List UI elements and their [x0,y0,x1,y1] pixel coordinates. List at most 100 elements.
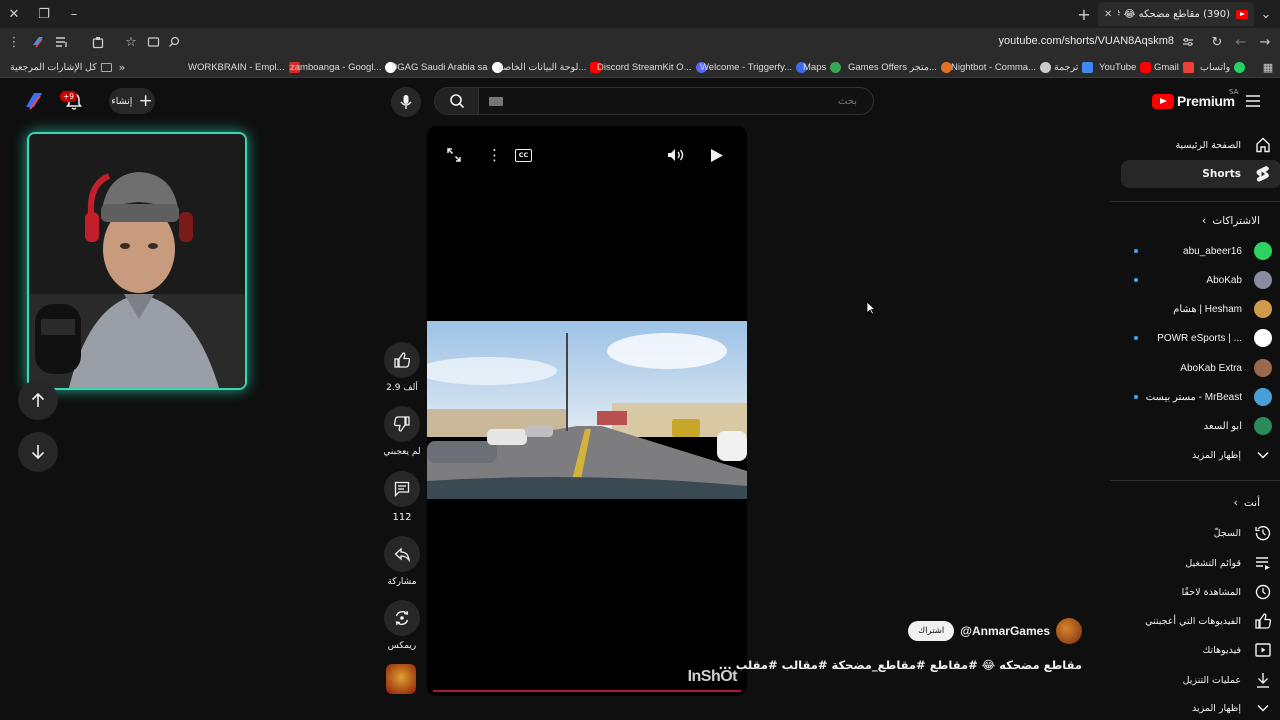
subscription-item[interactable]: abu_abeer16 [1134,239,1280,263]
chevron-more-icon[interactable]: » [112,57,132,77]
premium-badge-icon[interactable] [22,89,46,113]
bookmark-item[interactable]: Maps [803,59,842,75]
extensions-icon[interactable] [88,32,108,52]
sidebar-item-history[interactable]: السجلّ [1121,519,1280,547]
sidebar-item-home[interactable]: الصفحة الرئيسية [1121,131,1280,159]
create-button[interactable]: إنشاء + [109,88,155,114]
like-action[interactable]: 2.9 ألف [382,342,422,393]
you-heading-label: أنت [1243,496,1260,509]
bookmark-label: ترجمة [1054,61,1079,73]
media-controls-icon[interactable] [52,32,72,52]
channel-avatar [1254,271,1272,289]
close-window-icon[interactable]: ✕ [4,4,24,24]
subscription-item[interactable]: ابو السعد [1134,414,1280,438]
bookmark-item[interactable]: YouTube [1099,59,1152,75]
channel-name[interactable]: @AnmarGames [960,624,1050,638]
short-title[interactable]: مقاطع مضحكه 😂 #مقاطع #مقاطع_مضحكة #مقالب… [719,658,1082,672]
shorts-player[interactable]: ⋮ CC InShOt [427,126,747,696]
subscription-item[interactable]: POWR eSports | ... [1140,326,1280,350]
remix-button[interactable] [384,600,420,636]
bookmark-item[interactable]: Discord StreamKit O... [597,59,707,75]
voice-search-button[interactable] [391,87,421,117]
show-more-subscriptions[interactable]: إظهار المزيد [1121,442,1280,468]
bookmark-star-icon[interactable]: ☆ [121,32,141,52]
sidebar-item-playlists[interactable]: قوائم التشغيل [1121,549,1280,577]
sidebar-item-your-videos[interactable]: فيديوهاتك [1121,636,1280,664]
bookmark-item[interactable]: Nightbot - Comma... [951,59,1051,75]
play-icon[interactable] [710,148,724,163]
bookmark-item[interactable]: لوحة البيانات الخاصة... [498,59,602,75]
bookmark-label: Maps [803,61,827,73]
show-more-you[interactable]: إظهار المزيد [1121,696,1280,720]
subscription-item[interactable]: هشام | Hesham [1134,297,1280,321]
maps-pin-icon [830,61,842,73]
next-short-button[interactable] [18,432,58,472]
volume-icon[interactable] [667,148,685,162]
sidebar-item-downloads[interactable]: عمليات التنزيل [1121,666,1280,694]
new-tab-icon[interactable]: + [1074,4,1094,24]
sidebar-item-watch-later[interactable]: المشاهدة لاحقًا [1121,578,1280,606]
folder-icon [100,62,112,72]
bookmark-item[interactable]: zamboanga - Googl... [290,59,397,75]
progress-bar[interactable] [433,690,741,692]
subscription-name: AboKab [1206,274,1242,286]
share-action[interactable]: مشاركة [382,536,422,587]
subscription-item[interactable]: AboKab [1134,268,1280,292]
subscriptions-heading[interactable]: ‹ الاشتراكات [1202,214,1260,227]
search-input[interactable] [481,88,867,114]
remix-action[interactable]: ريمكس [382,600,422,651]
bookmark-item[interactable]: WORKBRAIN - Empl... [188,59,300,75]
apps-grid-icon[interactable]: ▦ [1258,57,1278,77]
channel-avatar [1254,388,1272,406]
like-button[interactable] [384,342,420,378]
subscription-item[interactable]: مستر بيست - MrBeast [1140,385,1280,409]
install-app-icon[interactable] [143,32,163,52]
forward-icon[interactable]: ← [1231,32,1251,52]
bookmark-all[interactable]: كل الإشارات المرجعية [10,59,112,75]
bookmark-item[interactable]: Games Offers متجر... [848,59,952,75]
reload-icon[interactable]: ↻ [1207,32,1227,52]
address-bar-url[interactable]: youtube.com/shorts/VUAN8Aqskm8 [999,35,1174,47]
sidebar-item-label: الفيديوهات التي أعجبتني [1145,615,1241,627]
bookmark-item[interactable]: ترجمة [1054,59,1094,75]
bookmark-item[interactable]: واتساب [1200,59,1246,75]
sidebar-item-liked-videos[interactable]: الفيديوهات التي أعجبتني [1121,607,1280,635]
minimize-window-icon[interactable]: – [64,4,84,24]
extension-logo-icon[interactable] [28,32,48,52]
subscribe-button[interactable]: اشتراك [908,621,955,641]
browser-tab-active[interactable]: (390) مقاطع مضحكه 😂 #مقاطع ✕ [1098,2,1254,26]
comments-action[interactable]: 112 [382,471,422,523]
sound-thumbnail[interactable] [386,664,416,694]
search-button[interactable] [435,88,479,114]
you-heading[interactable]: ‹ أنت [1233,496,1260,509]
comments-button[interactable] [384,471,420,507]
bookmark-item[interactable]: Welcome - Triggerfy... [700,59,808,75]
translate-icon [1082,61,1094,73]
back-icon[interactable]: → [1255,32,1275,52]
subscription-name: AboKab Extra [1180,362,1242,374]
dislike-action[interactable]: لم يعجبني [382,406,422,457]
sidebar-item-shorts[interactable]: Shorts [1121,160,1280,188]
create-label: إنشاء [111,95,133,107]
maximize-window-icon[interactable]: ❐ [34,4,54,24]
zoom-icon[interactable] [164,32,184,52]
nightbot-icon [1040,61,1051,73]
share-button[interactable] [384,536,420,572]
previous-short-button[interactable] [18,380,58,420]
sidebar-divider [1110,201,1280,202]
close-tab-icon[interactable]: ✕ [1104,9,1112,20]
captions-icon[interactable]: CC [515,149,532,162]
menu-dots-icon[interactable]: ⋮ [4,32,24,52]
subscription-item[interactable]: AboKab Extra [1134,356,1280,380]
sidebar-item-label: الصفحة الرئيسية [1175,139,1241,151]
channel-row: اشتراك @AnmarGames [908,618,1082,644]
site-settings-icon[interactable] [1178,32,1198,52]
bookmark-item[interactable]: 9GAG Saudi Arabia sa [392,59,503,75]
more-options-icon[interactable]: ⋮ [487,148,502,163]
dislike-label: لم يعجبني [383,447,421,457]
dislike-button[interactable] [384,406,420,442]
channel-avatar[interactable] [1056,618,1082,644]
bookmark-item[interactable]: Gmail [1154,59,1194,75]
tab-search-icon[interactable]: ⌄ [1256,4,1276,24]
fullscreen-icon[interactable] [447,148,461,162]
